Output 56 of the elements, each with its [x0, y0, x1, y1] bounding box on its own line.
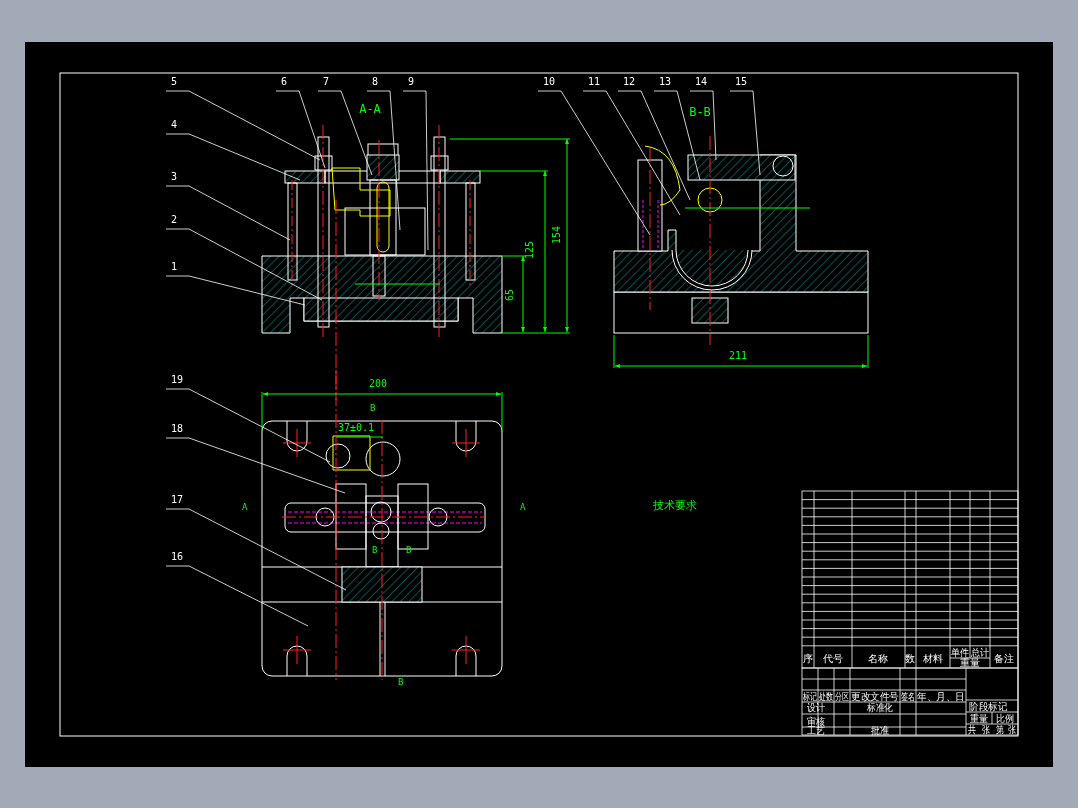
part-number-label: 2 — [171, 214, 178, 225]
dimension-label: 200 — [368, 378, 388, 389]
section-mark-label: B — [372, 545, 378, 555]
section-mark-label: B — [398, 677, 404, 687]
title-block-label: 张 — [982, 724, 992, 735]
column-header: 代号 — [823, 653, 843, 664]
column-header: 总计 — [971, 647, 991, 658]
part-number-label: 15 — [735, 76, 748, 87]
dimension-label: 211 — [728, 350, 748, 361]
part-number-label: 5 — [171, 76, 178, 87]
title-block-label: 第 — [996, 724, 1006, 735]
technical-requirements-title: 技术要求 — [653, 499, 697, 512]
column-header: 重量 — [960, 657, 980, 668]
section-mark-label: B — [406, 545, 412, 555]
column-header: 序 — [803, 653, 813, 664]
part-number-label: 1 — [171, 261, 178, 272]
title-block-label: 审核 — [807, 716, 827, 727]
part-number-label: 4 — [171, 119, 178, 130]
column-header: 单件 — [951, 647, 971, 658]
title-block-label: 设计 — [807, 702, 827, 713]
title-block-label: 工艺 — [807, 725, 827, 736]
part-number-label: 11 — [588, 76, 601, 87]
column-header: 名称 — [868, 653, 888, 664]
dimension-label: 37±0.1 — [337, 422, 375, 433]
title-block-label: 张 — [1008, 724, 1018, 735]
part-number-label: 3 — [171, 171, 178, 182]
title-block-label: 标准化 — [867, 702, 897, 713]
dimension-label: 154 — [551, 225, 562, 245]
title-block-label: 重量 — [970, 713, 990, 724]
part-number-label: 7 — [323, 76, 330, 87]
part-number-label: 12 — [623, 76, 636, 87]
part-number-label: 17 — [171, 494, 184, 505]
column-header: 数 — [905, 653, 915, 664]
column-header: 备注 — [994, 653, 1014, 664]
part-number-label: 18 — [171, 423, 184, 434]
view-title: B-B — [689, 105, 711, 119]
column-header: 材料 — [923, 653, 943, 664]
title-block-label: 阶段标记 — [969, 701, 1009, 712]
part-number-label: 10 — [543, 76, 556, 87]
part-number-label: 14 — [695, 76, 708, 87]
section-mark-label: A — [242, 502, 248, 512]
part-number-label: 9 — [408, 76, 415, 87]
part-number-label: 8 — [372, 76, 379, 87]
title-block-label: 批准 — [871, 725, 891, 736]
dimension-label: 65 — [504, 289, 515, 301]
section-mark-label: B — [370, 403, 376, 413]
title-block-label: 共 — [968, 724, 978, 735]
view-title: A-A — [359, 102, 381, 116]
part-number-label: 6 — [281, 76, 288, 87]
dimension-line — [335, 436, 384, 438]
dimension-label: 125 — [524, 240, 535, 260]
part-number-label: 13 — [659, 76, 672, 87]
part-number-label: 19 — [171, 374, 184, 385]
section-mark-label: A — [520, 502, 526, 512]
part-number-label: 16 — [171, 551, 184, 562]
title-block-label: 比例 — [996, 713, 1016, 724]
